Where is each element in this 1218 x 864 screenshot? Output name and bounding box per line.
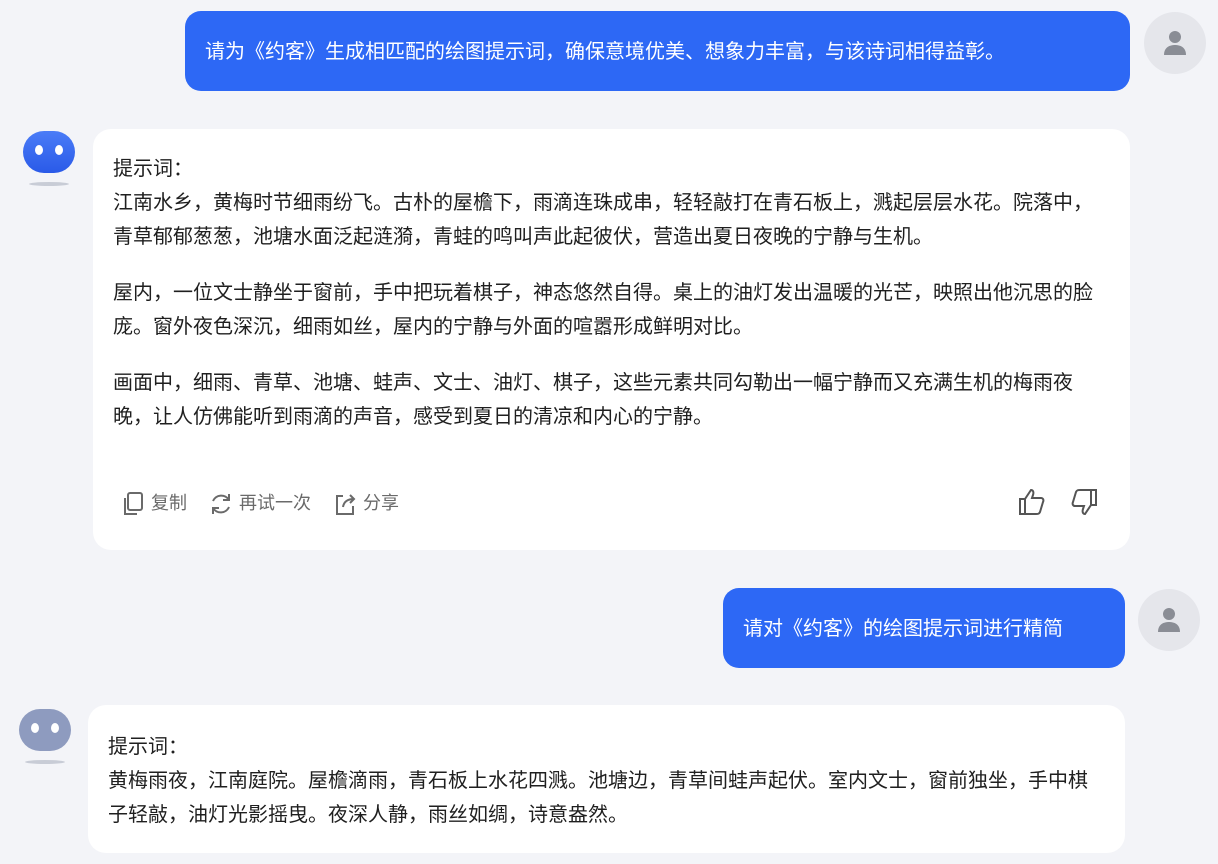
feedback-group (1017, 487, 1099, 517)
share-button[interactable]: 分享 (333, 487, 399, 521)
assistant-message-bubble: 提示词： 江南水乡，黄梅时节细雨纷飞。古朴的屋檐下，雨滴连珠成串，轻轻敲打在青石… (93, 129, 1130, 550)
user-message-bubble: 请为《约客》生成相匹配的绘图提示词，确保意境优美、想象力丰富，与该诗词相得益彰。 (185, 11, 1130, 91)
message-actions: 复制 再试一次 分享 (121, 487, 421, 521)
user-avatar[interactable] (1138, 589, 1200, 651)
prompt-paragraph: 屋内，一位文士静坐于窗前，手中把玩着棋子，神态悠然自得。桌上的油灯发出温暖的光芒… (113, 280, 1093, 338)
prompt-paragraph: 黄梅雨夜，江南庭院。屋檐滴雨，青石板上水花四溅。池塘边，青草间蛙声起伏。室内文士… (108, 768, 1088, 826)
share-label: 分享 (363, 493, 399, 514)
refresh-icon (212, 494, 230, 514)
assistant-message-bubble: 提示词： 黄梅雨夜，江南庭院。屋檐滴雨，青石板上水花四溅。池塘边，青草间蛙声起伏… (88, 705, 1125, 853)
prompt-paragraph: 画面中，细雨、青草、池塘、蛙声、文士、油灯、棋子，这些元素共同勾勒出一幅宁静而又… (113, 370, 1073, 428)
copy-icon (124, 492, 143, 515)
copy-button[interactable]: 复制 (121, 487, 187, 521)
prompt-label: 提示词： (113, 156, 193, 180)
thumbs-up-icon[interactable] (1017, 487, 1047, 517)
user-avatar-icon (1158, 608, 1180, 632)
user-avatar-icon (1164, 31, 1186, 55)
prompt-label: 提示词： (108, 734, 188, 758)
retry-label: 再试一次 (239, 493, 311, 514)
bot-avatar (16, 706, 74, 770)
user-avatar[interactable] (1144, 12, 1206, 74)
bot-avatar-icon (23, 131, 75, 186)
thumbs-down-icon[interactable] (1069, 487, 1099, 517)
prompt-paragraph: 江南水乡，黄梅时节细雨纷飞。古朴的屋檐下，雨滴连珠成串，轻轻敲打在青石板上，溅起… (113, 190, 1093, 248)
bot-avatar (20, 128, 78, 192)
copy-label: 复制 (151, 493, 187, 514)
user-message-text: 请对《约客》的绘图提示词进行精简 (743, 616, 1063, 640)
user-message-bubble: 请对《约客》的绘图提示词进行精简 (723, 588, 1125, 668)
chat-page: 请为《约客》生成相匹配的绘图提示词，确保意境优美、想象力丰富，与该诗词相得益彰。… (0, 0, 1218, 864)
share-icon (336, 494, 356, 515)
user-message-text: 请为《约客》生成相匹配的绘图提示词，确保意境优美、想象力丰富，与该诗词相得益彰。 (205, 39, 1005, 63)
bot-avatar-icon (19, 709, 71, 764)
retry-button[interactable]: 再试一次 (209, 487, 311, 521)
